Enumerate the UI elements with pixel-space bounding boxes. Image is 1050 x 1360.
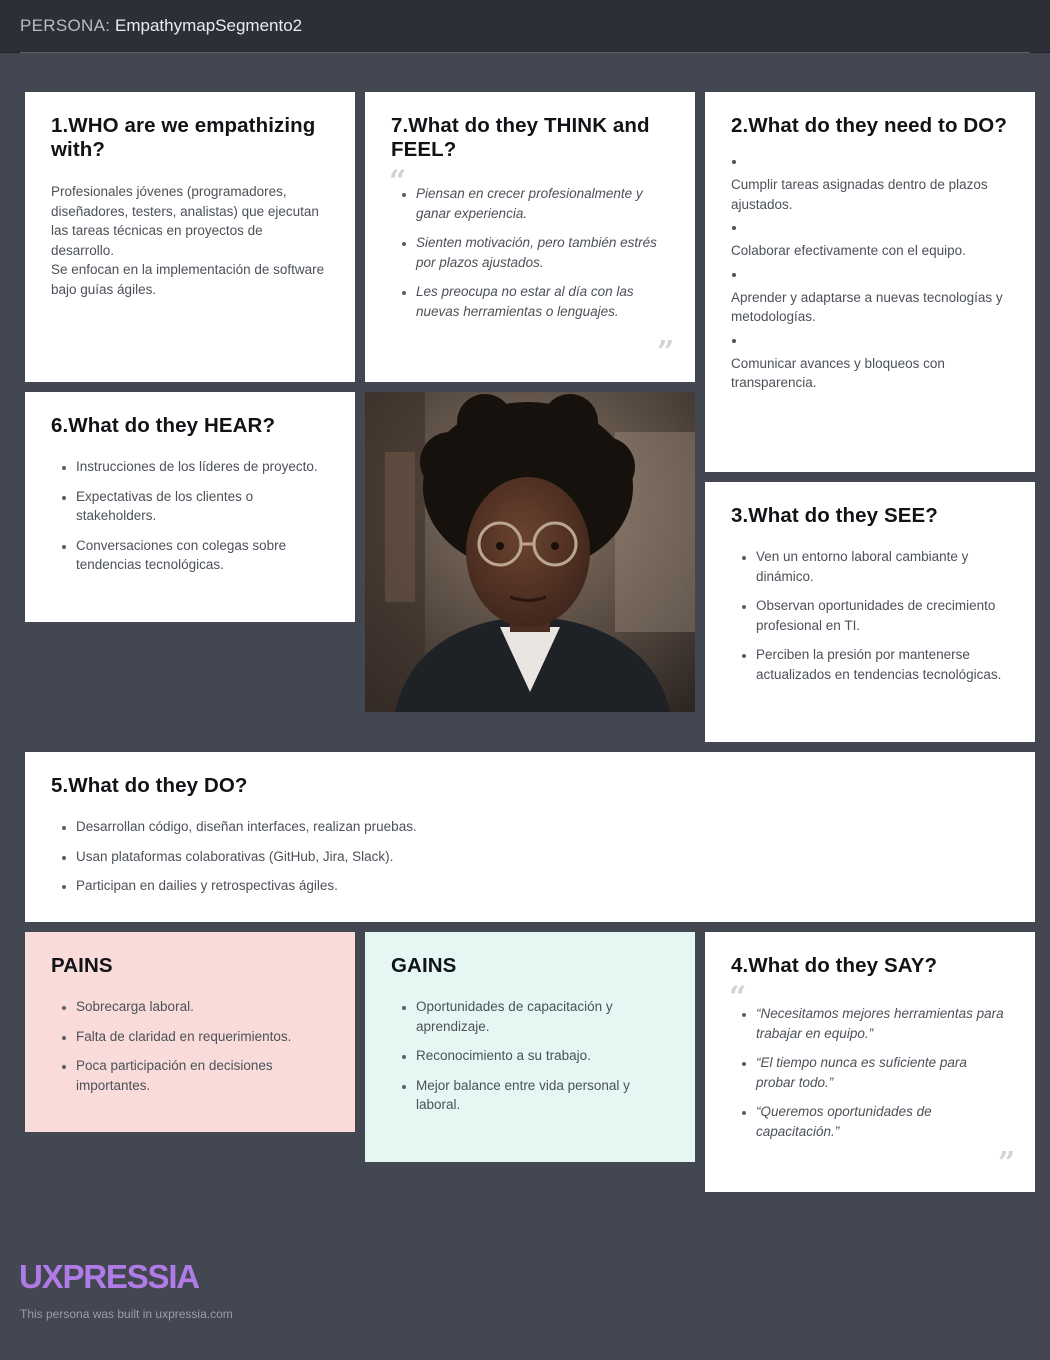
list-item: “Necesitamos mejores herramientas para t… — [756, 1004, 1009, 1043]
persona-title: PERSONA: EmpathymapSegmento2 — [20, 16, 302, 36]
card-who-text: Profesionales jóvenes (programadores, di… — [51, 182, 329, 299]
list-item: Poca participación en decisiones importa… — [76, 1056, 329, 1095]
list-item: Cumplir tareas asignadas dentro de plazo… — [731, 160, 1009, 214]
list-item: Conversaciones con colegas sobre tendenc… — [76, 536, 329, 575]
card-pains: PAINS Sobrecarga laboral. Falta de clari… — [25, 932, 355, 1132]
card-who-title: 1.WHO are we empathizing with? — [51, 114, 316, 161]
card-hear-title: 6.What do they HEAR? — [51, 414, 276, 437]
card-think-feel: 7.What do they THINK and FEEL? “ Piensan… — [365, 92, 695, 382]
persona-photo — [365, 392, 695, 712]
open-quote-icon: “ — [729, 980, 747, 1015]
open-quote-icon: “ — [389, 164, 407, 199]
card-think-feel-title: 7.What do they THINK and FEEL? — [391, 114, 650, 161]
card-do: 5.What do they DO? Desarrollan código, d… — [25, 752, 1035, 922]
bullet-icon — [732, 160, 736, 164]
list-item: “El tiempo nunca es suficiente para prob… — [756, 1053, 1009, 1092]
list-item: Sobrecarga laboral. — [76, 997, 329, 1017]
list-item: Usan plataformas colaborativas (GitHub, … — [76, 847, 1009, 867]
gains-list: Oportunidades de capacitación y aprendiz… — [391, 997, 669, 1115]
need-to-do-list: Cumplir tareas asignadas dentro de plazo… — [731, 160, 1009, 393]
list-item-text: Cumplir tareas asignadas dentro de plazo… — [731, 177, 988, 212]
list-item-text: Comunicar avances y bloqueos con transpa… — [731, 355, 945, 391]
list-item: Piensan en crecer profesionalmente y gan… — [416, 184, 669, 223]
list-item: Instrucciones de los líderes de proyecto… — [76, 457, 329, 477]
list-item: Mejor balance entre vida personal y labo… — [416, 1076, 669, 1115]
card-who: 1.WHO are we empathizing with? Profesion… — [25, 92, 355, 382]
list-item: Perciben la presión por mantenerse actua… — [756, 645, 1009, 684]
card-see-title: 3.What do they SEE? — [731, 504, 938, 527]
card-gains: GAINS Oportunidades de capacitación y ap… — [365, 932, 695, 1162]
close-quote-icon: ” — [657, 335, 675, 370]
list-item: “Queremos oportunidades de capacitación.… — [756, 1102, 1009, 1141]
list-item: Expectativas de los clientes o stakehold… — [76, 487, 329, 526]
persona-label: PERSONA: — [20, 16, 111, 35]
card-who-text-1: Profesionales jóvenes (programadores, di… — [51, 184, 319, 258]
card-need-to-do-title: 2.What do they need to DO? — [731, 114, 1007, 137]
card-say: 4.What do they SAY? “ “Necesitamos mejor… — [705, 932, 1035, 1192]
header-divider — [20, 52, 1030, 53]
bullet-icon — [732, 226, 736, 230]
card-hear: 6.What do they HEAR? Instrucciones de lo… — [25, 392, 355, 622]
list-item: Desarrollan código, diseñan interfaces, … — [76, 817, 1009, 837]
header-bar: PERSONA: EmpathymapSegmento2 — [0, 0, 1050, 53]
footer-note: This persona was built in uxpressia.com — [20, 1307, 233, 1321]
persona-name: EmpathymapSegmento2 — [115, 16, 303, 35]
list-item: Oportunidades de capacitación y aprendiz… — [416, 997, 669, 1036]
card-need-to-do: 2.What do they need to DO? Cumplir tarea… — [705, 92, 1035, 472]
bullet-icon — [732, 272, 736, 277]
list-item: Ven un entorno laboral cambiante y dinám… — [756, 547, 1009, 586]
card-who-text-2: Se enfocan en la implementación de softw… — [51, 262, 325, 297]
list-item: Aprender y adaptarse a nuevas tecnología… — [731, 272, 1009, 327]
card-pains-title: PAINS — [51, 954, 113, 977]
hear-list: Instrucciones de los líderes de proyecto… — [51, 457, 329, 575]
bullet-icon — [732, 338, 736, 343]
card-do-title: 5.What do they DO? — [51, 774, 248, 797]
list-item: Participan en dailies y retrospectivas á… — [76, 876, 1009, 896]
pains-list: Sobrecarga laboral. Falta de claridad en… — [51, 997, 329, 1095]
list-item: Sienten motivación, pero también estrés … — [416, 233, 669, 272]
list-item: Observan oportunidades de crecimiento pr… — [756, 596, 1009, 635]
card-say-title: 4.What do they SAY? — [731, 954, 938, 977]
card-gains-title: GAINS — [391, 954, 457, 977]
think-feel-list: Piensan en crecer profesionalmente y gan… — [391, 184, 669, 321]
list-item-text: Aprender y adaptarse a nuevas tecnología… — [731, 289, 1003, 325]
say-list: “Necesitamos mejores herramientas para t… — [731, 1004, 1009, 1141]
do-list: Desarrollan código, diseñan interfaces, … — [51, 817, 1009, 896]
list-item: Les preocupa no estar al día con las nue… — [416, 282, 669, 321]
card-see: 3.What do they SEE? Ven un entorno labor… — [705, 482, 1035, 742]
list-item: Falta de claridad en requerimientos. — [76, 1027, 329, 1047]
see-list: Ven un entorno laboral cambiante y dinám… — [731, 547, 1009, 684]
list-item: Reconocimiento a su trabajo. — [416, 1046, 669, 1066]
uxpressia-logo[interactable]: UXPRESSIA — [19, 1258, 200, 1296]
list-item: Colaborar efectivamente con el equipo. — [731, 226, 1009, 261]
list-item: Comunicar avances y bloqueos con transpa… — [731, 338, 1009, 393]
persona-photo-illustration — [365, 392, 695, 712]
close-quote-icon: ” — [998, 1146, 1016, 1181]
list-item-text: Colaborar efectivamente con el equipo. — [731, 243, 966, 258]
